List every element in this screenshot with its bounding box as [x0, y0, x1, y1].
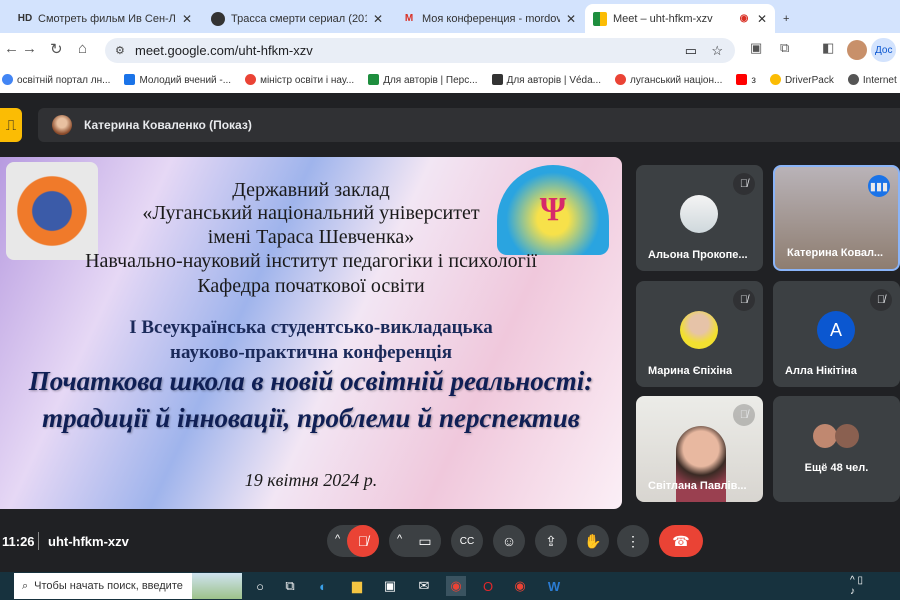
emoji-button[interactable]: ☺	[493, 525, 525, 557]
bookmark-item[interactable]: освітній портал лн...	[2, 74, 110, 86]
slide-line: Навчально-науковий інститут педагогіки і…	[85, 250, 537, 272]
close-icon[interactable]: ✕	[757, 12, 767, 26]
avatar	[835, 424, 859, 448]
meet-icon	[593, 11, 607, 26]
mic-off-icon: 🎙̸	[733, 289, 755, 311]
participant-tile[interactable]: 🎙̸ A Алла Нікітіна	[773, 281, 900, 387]
call-controls: 11:26 uht-hfkm-xzv ^ 🎙̸ ^ ▭ CC ☺ ⇪ ✋ ⋮ ☎	[0, 515, 900, 570]
tab-gmail[interactable]: M Моя конференция - mordovce ✕	[394, 4, 584, 33]
close-icon[interactable]: ✕	[566, 12, 576, 26]
bookmark-item[interactable]: Молодий вчений -...	[124, 74, 231, 86]
presenter-bar: Катерина Коваленко (Показ)	[38, 108, 900, 142]
more-participants-tile[interactable]: Ещё 48 чел.	[773, 396, 900, 502]
participant-tile[interactable]: 🎙̸ Марина Єпіхіна	[636, 281, 763, 387]
opera-icon[interactable]: O	[478, 576, 498, 596]
tab-meet[interactable]: Meet – uht-hfkm-xzv ◉ ✕	[585, 4, 775, 33]
clock: 11:26	[2, 534, 35, 549]
speaking-icon: ▮▮▮	[868, 175, 890, 197]
conference-title: Початкова школа в новій освітній реально…	[28, 366, 594, 396]
search-icon: ⌕	[22, 579, 29, 592]
reload-icon[interactable]: ↻	[50, 40, 63, 58]
bookmark-item[interactable]: луганський націон...	[615, 74, 722, 86]
bookmark-star-icon[interactable]: ☆	[711, 43, 723, 59]
bookmarks-bar: освітній портал лн... Молодий вчений -..…	[0, 67, 900, 93]
participant-tile-speaking[interactable]: ▮▮▮ Катерина Ковал...	[773, 165, 900, 271]
extension-icon[interactable]: ▣	[750, 40, 762, 56]
profile-button[interactable]: Дос	[871, 38, 897, 62]
mic-toggle-button[interactable]: 🎙̸	[347, 525, 379, 557]
hd-icon: HD	[17, 13, 33, 24]
home-icon[interactable]: ⌂	[78, 40, 87, 57]
door-icon[interactable]: ⎍	[0, 108, 22, 142]
captions-button[interactable]: CC	[451, 525, 483, 557]
new-tab-button[interactable]: +	[775, 4, 799, 33]
camera-icon[interactable]: ▭	[685, 43, 697, 59]
cartoon-icon	[211, 11, 225, 26]
divider	[38, 532, 39, 550]
presenter-name: Катерина Коваленко (Показ)	[84, 118, 252, 132]
slide-line: імені Тараса Шевченка»	[207, 226, 415, 248]
bookmark-item[interactable]: з	[736, 74, 756, 86]
mic-off-icon: 🎙̸	[733, 173, 755, 195]
bookmark-item[interactable]: Internet Start	[847, 74, 900, 86]
search-placeholder: Чтобы начать поиск, введите	[34, 580, 183, 592]
puzzle-icon[interactable]: ⧉	[780, 40, 789, 56]
avatar	[813, 424, 837, 448]
edge-icon[interactable]: ◐	[313, 576, 333, 596]
shared-slide: Ψ Державний заклад «Луганський національ…	[0, 157, 622, 509]
task-view-icon[interactable]: ⧉	[280, 576, 300, 596]
site-info-icon[interactable]: ⚙	[115, 44, 125, 57]
tab-series[interactable]: Трасса смерти сериал (2017) с✕	[203, 4, 391, 33]
mic-off-icon: 🎙̸	[733, 404, 755, 426]
meeting-code: uht-hfkm-xzv	[48, 534, 129, 549]
forward-icon[interactable]: →	[22, 40, 37, 57]
profile-avatar[interactable]	[847, 40, 867, 60]
participant-tile[interactable]: 🎙̸ Світлана Павлів...	[636, 396, 763, 502]
slide-line: «Луганський національний університет	[142, 202, 480, 224]
chrome-icon[interactable]: ◉	[446, 576, 466, 596]
presenter-avatar	[52, 115, 72, 135]
store-icon[interactable]: ▣	[380, 576, 400, 596]
conference-line: науково-практична конференція	[170, 342, 452, 363]
gmail-icon: M	[404, 13, 414, 24]
address-bar[interactable]: ⚙ meet.google.com/uht-hfkm-xzv ▭ ☆	[105, 38, 735, 63]
mail-icon[interactable]: ✉	[414, 576, 434, 596]
sidepanel-icon[interactable]: ◧	[822, 40, 834, 56]
avatar	[680, 195, 718, 233]
camera-toggle-button[interactable]: ▭	[409, 525, 441, 557]
bookmark-item[interactable]: Для авторів | Véda...	[491, 74, 601, 86]
more-options-button[interactable]: ⋮	[617, 525, 649, 557]
close-icon[interactable]: ✕	[182, 12, 192, 26]
avatar-initial: A	[817, 311, 855, 349]
taskbar: ⌕ Чтобы начать поиск, введите ○ ⧉ ◐ ▆ ▣ …	[0, 572, 900, 600]
chrome-icon[interactable]: ◉	[510, 576, 530, 596]
raise-hand-button[interactable]: ✋	[577, 525, 609, 557]
recording-icon: ◉	[739, 13, 749, 24]
conference-title: традиції й інновації, проблеми й перспек…	[42, 403, 580, 433]
present-button[interactable]: ⇪	[535, 525, 567, 557]
bookmark-item[interactable]: Для авторів | Перс...	[368, 74, 478, 86]
slide-line: Державний заклад	[232, 179, 390, 201]
tray-icons[interactable]: ^ ▯ ♪	[850, 575, 870, 597]
cortana-icon[interactable]: ○	[250, 576, 270, 596]
castle-illustration	[192, 573, 242, 599]
bookmark-item[interactable]: міністр освіти і нау...	[245, 74, 354, 86]
close-icon[interactable]: ✕	[373, 12, 383, 26]
avatar	[680, 311, 718, 349]
leave-call-button[interactable]: ☎	[659, 525, 703, 557]
bookmark-item[interactable]: DriverPack	[769, 74, 834, 86]
conference-date: 19 квітня 2024 р.	[244, 470, 378, 490]
slide-line: Кафедра початкової освіти	[197, 275, 425, 297]
participant-tile[interactable]: 🎙̸ Альона Прокопе...	[636, 165, 763, 271]
back-icon[interactable]: ←	[4, 40, 19, 57]
conference-line: І Всеукраїнська студентсько-викладацька	[129, 317, 493, 338]
url-text: meet.google.com/uht-hfkm-xzv	[135, 43, 313, 58]
word-icon[interactable]: W	[544, 576, 564, 596]
mic-off-icon: 🎙̸	[870, 289, 892, 311]
tab-bar: HDСмотреть фильм Ив Сен-Лоран✕ Трасса см…	[0, 0, 900, 33]
taskbar-search[interactable]: ⌕ Чтобы начать поиск, введите	[14, 573, 242, 599]
explorer-icon[interactable]: ▆	[347, 576, 367, 596]
tab-film[interactable]: HDСмотреть фильм Ив Сен-Лоран✕	[10, 4, 200, 33]
